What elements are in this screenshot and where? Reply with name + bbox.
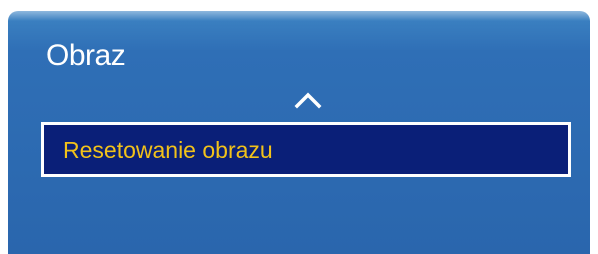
chevron-up-icon[interactable] xyxy=(291,89,325,109)
menu-item-label: Resetowanie obrazu xyxy=(63,137,273,163)
menu-title: Obraz xyxy=(46,39,126,72)
osd-menu-panel: Obraz Resetowanie obrazu xyxy=(8,11,590,254)
menu-item-picture-reset[interactable]: Resetowanie obrazu xyxy=(41,122,571,177)
